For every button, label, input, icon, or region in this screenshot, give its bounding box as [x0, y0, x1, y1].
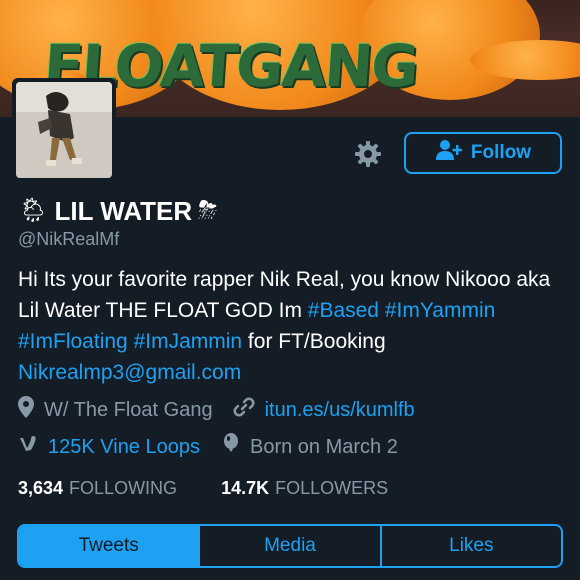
following-count: 3,634 [18, 478, 64, 498]
sun-rain-cloud-emoji: 🌦 [18, 197, 49, 224]
profile-handle: @NikRealMf [18, 229, 120, 249]
hashtag-link[interactable]: #ImFloating [18, 330, 128, 353]
profile-location: W/ The Float Gang [18, 396, 213, 424]
hashtag-link[interactable]: #Based [308, 299, 379, 322]
tab-tweets[interactable]: Tweets [19, 526, 199, 566]
location-text: W/ The Float Gang [44, 398, 213, 421]
link-icon [233, 396, 255, 424]
balloon-icon [222, 433, 240, 461]
tab-likes[interactable]: Likes [379, 526, 561, 566]
hashtag-link[interactable]: #ImYammin [385, 299, 495, 322]
thunder-cloud-emoji: ⛈ [198, 197, 218, 224]
profile-stats: 3,634 FOLLOWING 14.7K FOLLOWERS [18, 478, 388, 499]
profile-name-row: 🌦 LIL WATER ⛈ [18, 194, 217, 228]
followers-stat[interactable]: 14.7K FOLLOWERS [221, 478, 388, 499]
website-link[interactable]: itun.es/us/kumlfb [265, 399, 415, 422]
add-user-icon [435, 139, 463, 167]
profile-website[interactable]: itun.es/us/kumlfb [233, 396, 415, 424]
profile-birthday: Born on March 2 [222, 433, 398, 461]
followers-label: FOLLOWERS [275, 478, 389, 498]
following-label: FOLLOWING [69, 478, 178, 498]
vine-loops-link[interactable]: 125K Vine Loops [48, 436, 200, 459]
bio-text: for FT/Booking [242, 330, 386, 353]
tab-media[interactable]: Media [198, 526, 379, 566]
follow-button-label: Follow [470, 142, 532, 163]
vine-icon [18, 434, 38, 460]
follow-button[interactable]: Follow [404, 132, 562, 174]
profile-meta-row-2: 125K Vine Loops Born on March 2 [18, 433, 398, 461]
profile-bio: Hi Its your favorite rapper Nik Real, yo… [18, 264, 568, 388]
profile-vine-loops[interactable]: 125K Vine Loops [18, 434, 200, 460]
birthday-text: Born on March 2 [249, 435, 398, 458]
profile-name: LIL WATER [54, 195, 193, 226]
profile-tabs: Tweets Media Likes [17, 524, 563, 568]
settings-gear-icon[interactable] [353, 139, 383, 169]
avatar[interactable] [12, 78, 116, 182]
profile-meta-row-1: W/ The Float Gang itun.es/us/kumlfb [18, 396, 415, 424]
following-stat[interactable]: 3,634 FOLLOWING [18, 478, 177, 499]
followers-count: 14.7K [221, 478, 270, 498]
hashtag-link[interactable]: #ImJammin [134, 330, 243, 353]
location-pin-icon [18, 396, 34, 424]
avatar-image [16, 82, 112, 178]
email-link[interactable]: Nikrealmp3@gmail.com [18, 361, 241, 384]
